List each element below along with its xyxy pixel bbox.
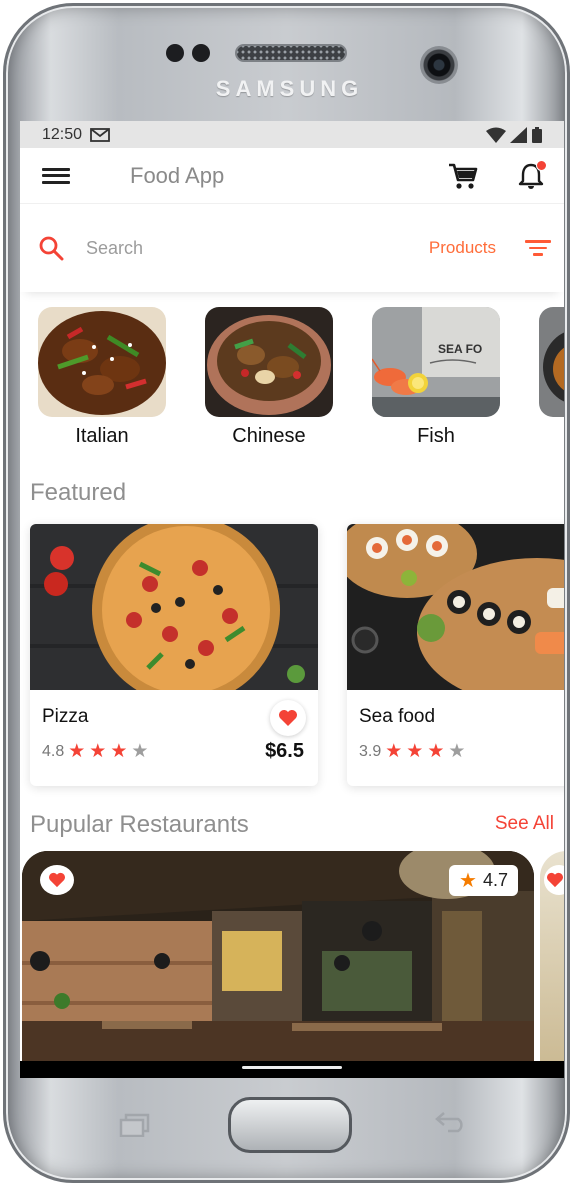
category-label: Fish (417, 425, 455, 447)
system-nav-bar (20, 1061, 564, 1078)
wifi-icon (486, 127, 506, 143)
filter-icon[interactable] (524, 240, 552, 256)
star-icon: ★ (406, 741, 424, 762)
item-name: Sea food (359, 706, 436, 727)
category-image (539, 307, 564, 417)
notification-badge (536, 160, 547, 171)
search-bar: Search Products (20, 204, 564, 292)
heart-icon (547, 872, 563, 888)
rating-value: 4.8 (42, 742, 65, 760)
gmail-icon (90, 127, 110, 142)
featured-title: Featured (30, 479, 127, 506)
search-scope-label[interactable]: Products (429, 238, 496, 258)
category-label: Italian (75, 425, 129, 447)
sensor-dot (192, 44, 210, 62)
signal-icon (510, 126, 527, 143)
search-input[interactable]: Search (86, 238, 429, 259)
status-time: 12:50 (42, 125, 83, 143)
recent-apps-icon[interactable] (119, 1113, 151, 1137)
star-icon: ★ (131, 741, 149, 762)
item-rating: 3.9 ★ ★ ★ ★ (359, 742, 465, 761)
restaurants-title: Pupular Restaurants (30, 811, 249, 838)
star-icon: ★ (89, 741, 107, 762)
featured-image (347, 524, 564, 690)
heart-icon (279, 710, 297, 726)
category-item-italian[interactable]: Italian (38, 307, 166, 448)
home-button[interactable] (228, 1097, 352, 1153)
featured-card-seafood[interactable]: Sea food 3.9 ★ ★ ★ ★ (347, 524, 564, 786)
earpiece-speaker (235, 44, 347, 62)
category-item-partial[interactable] (539, 307, 564, 425)
favorite-button[interactable] (270, 700, 306, 736)
restaurant-card-partial[interactable] (540, 851, 564, 1078)
restaurant-rating: ★ 4.7 (449, 865, 518, 896)
app-title: Food App (130, 162, 225, 188)
category-image (38, 307, 166, 417)
restaurant-card[interactable]: ★ 4.7 (22, 851, 534, 1078)
restaurant-favorite-button[interactable] (40, 865, 74, 895)
app-bar: Food App (20, 148, 564, 204)
category-label: Chinese (232, 425, 306, 447)
star-icon: ★ (68, 741, 86, 762)
rating-value: 3.9 (359, 742, 382, 760)
category-item-fish[interactable]: SEA FO Fish (372, 307, 500, 448)
phone-frame: SAMSUNG 12:50 Food App Search Products I… (3, 3, 570, 1183)
star-icon: ★ (427, 741, 445, 762)
category-item-chinese[interactable]: Chinese (205, 307, 333, 448)
star-icon: ★ (448, 741, 466, 762)
star-icon: ★ (459, 870, 477, 892)
rating-value: 4.7 (482, 870, 508, 890)
see-all-link[interactable]: See All (495, 813, 554, 835)
star-icon: ★ (110, 741, 128, 762)
menu-icon[interactable] (42, 166, 70, 186)
restaurant-favorite-button[interactable] (544, 865, 564, 895)
featured-card-pizza[interactable]: Pizza 4.8 ★ ★ ★ ★ $6.5 (30, 524, 318, 786)
device-brand: SAMSUNG (215, 76, 364, 101)
featured-image (30, 524, 318, 690)
back-icon[interactable] (434, 1109, 468, 1133)
sensor-dot (166, 44, 184, 62)
item-price: $6.5 (265, 740, 304, 762)
category-image (205, 307, 333, 417)
notifications-button[interactable] (518, 160, 547, 195)
item-name: Pizza (42, 706, 89, 727)
cart-icon[interactable] (448, 162, 478, 190)
search-icon[interactable] (38, 235, 64, 261)
device-screen: 12:50 Food App Search Products Italian C… (20, 121, 564, 1078)
item-rating: 4.8 ★ ★ ★ ★ (42, 742, 148, 761)
category-image: SEA FO (372, 307, 500, 417)
status-bar: 12:50 (20, 121, 564, 148)
home-gesture-pill[interactable] (242, 1066, 342, 1069)
category-list: Italian Chinese SEA FO Fish (20, 307, 564, 457)
heart-icon (49, 872, 65, 888)
battery-icon (532, 126, 542, 143)
star-icon: ★ (385, 741, 403, 762)
svg-text:SEA FO: SEA FO (438, 342, 482, 356)
